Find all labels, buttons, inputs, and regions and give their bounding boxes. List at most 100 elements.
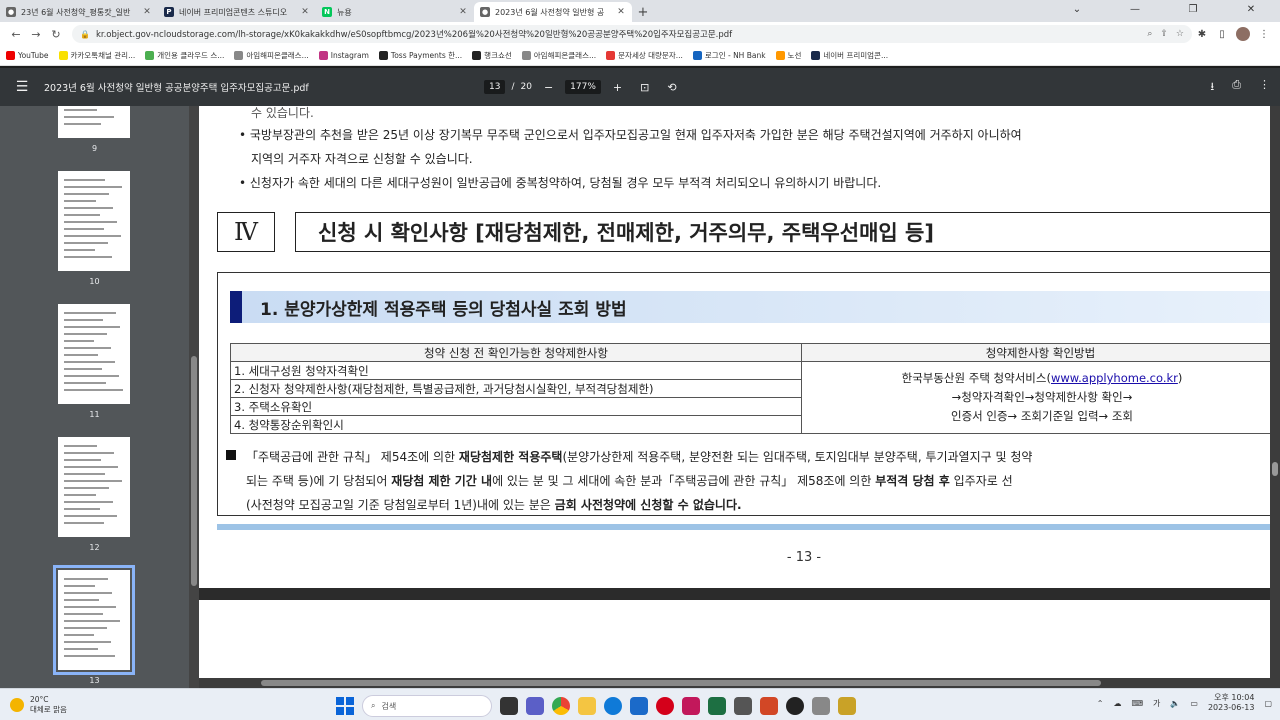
- extensions-icon[interactable]: ✱: [1192, 29, 1212, 40]
- address-bar[interactable]: 🔒 kr.object.gov-ncloudstorage.com/lh-sto…: [72, 25, 1192, 43]
- cloud-icon[interactable]: ☁: [1113, 699, 1121, 708]
- page-thumbnail[interactable]: [58, 106, 130, 138]
- close-icon[interactable]: ✕: [616, 7, 626, 17]
- browser-tab-3[interactable]: N 뉴용 ✕: [316, 2, 474, 22]
- bookmark-item[interactable]: 로그인 - NH Bank: [692, 50, 766, 61]
- taskbar-search[interactable]: ⌕ 검색: [362, 695, 492, 717]
- bookmark-item[interactable]: 문자세상 대량문자...: [606, 50, 683, 61]
- note-bold: 재당첨 제한 기간 내: [391, 474, 493, 488]
- thumbnail-line: [64, 389, 123, 391]
- bookmark-item[interactable]: 노선: [775, 50, 801, 61]
- bookmark-item[interactable]: 아임해피온클래스...: [521, 50, 596, 61]
- browser-tab-1[interactable]: ● 23년 6월 사전청약_평통캇_일반 ✕: [0, 2, 158, 22]
- weather-widget[interactable]: 20°C 대체로 맑음: [10, 695, 210, 715]
- ime-indicator[interactable]: 가: [1153, 698, 1160, 709]
- speaker-icon[interactable]: 🔈: [1170, 699, 1180, 708]
- system-tray: ⌃ ☁ ⌨ 가 🔈 ▭ 오후 10:04 2023-06-13 ▢: [1097, 693, 1272, 713]
- fit-page-icon[interactable]: ⊡: [634, 81, 655, 94]
- back-icon[interactable]: ←: [6, 28, 26, 41]
- chevron-up-icon[interactable]: ⌃: [1097, 699, 1104, 708]
- close-icon[interactable]: ✕: [300, 7, 310, 17]
- share-icon[interactable]: ⇪: [1160, 29, 1168, 39]
- page-thumbnail[interactable]: [53, 565, 135, 675]
- bookmark-item[interactable]: 네이버 프리미엄콘...: [811, 50, 888, 61]
- search-label: 검색: [381, 701, 397, 711]
- keyboard-icon[interactable]: ⌨: [1131, 699, 1143, 708]
- star-icon[interactable]: ☆: [1176, 29, 1184, 39]
- edge-icon[interactable]: [604, 697, 622, 715]
- scroll-thumb[interactable]: [191, 356, 197, 586]
- sidebar-scrollbar[interactable]: [189, 106, 199, 688]
- bookmark-item[interactable]: 아임해피온클래스...: [234, 50, 309, 61]
- thumbnail-line: [64, 123, 101, 125]
- thumbnail-line: [64, 599, 99, 601]
- clock[interactable]: 오후 10:04 2023-06-13: [1208, 693, 1255, 713]
- opera-icon[interactable]: [656, 697, 674, 715]
- browser-tab-4[interactable]: ● 2023년 6월 사전청약 일반형 공 ✕: [474, 2, 632, 22]
- bookmark-item[interactable]: 행크쇼선: [472, 50, 512, 61]
- page-number-input[interactable]: 13: [484, 80, 506, 94]
- new-tab-button[interactable]: +: [632, 2, 654, 22]
- reload-icon[interactable]: ↻: [46, 28, 66, 41]
- avatar[interactable]: [1236, 27, 1250, 41]
- thumbnail-line: [64, 319, 103, 321]
- horizontal-scrollbar[interactable]: [199, 678, 1270, 688]
- bookmark-item[interactable]: Instagram: [318, 51, 369, 60]
- side-panel-icon[interactable]: ▯: [1212, 29, 1232, 40]
- applyhome-link[interactable]: www.applyhome.co.kr: [1051, 371, 1178, 385]
- zoom-input[interactable]: 177%: [565, 80, 601, 94]
- bookmark-label: 아임해피온클래스...: [246, 51, 309, 60]
- zoom-in-icon[interactable]: +: [607, 81, 628, 94]
- file-explorer-icon[interactable]: [578, 697, 596, 715]
- divider: [217, 524, 1270, 530]
- rotate-icon[interactable]: ⟲: [661, 81, 682, 94]
- app-icon[interactable]: [786, 697, 804, 715]
- task-view-icon[interactable]: [500, 697, 518, 715]
- bookmark-item[interactable]: YouTube: [6, 51, 49, 60]
- scroll-thumb[interactable]: [261, 680, 1101, 686]
- forward-icon[interactable]: →: [26, 28, 46, 41]
- page-thumbnail[interactable]: [58, 304, 130, 404]
- note-line: 「주택공급에 관한 규칙」 제54조에 의한 재당첨제한 적용주택(분양가상한제…: [226, 445, 1270, 469]
- app-icon[interactable]: [812, 697, 830, 715]
- scroll-thumb[interactable]: [1272, 462, 1278, 476]
- notification-icon[interactable]: ▢: [1264, 699, 1272, 708]
- close-icon[interactable]: ✕: [458, 7, 468, 17]
- powerpoint-icon[interactable]: [760, 697, 778, 715]
- thumbnail-line: [64, 109, 97, 111]
- hamburger-icon[interactable]: ☰: [0, 79, 44, 95]
- close-window-icon[interactable]: ✕: [1222, 0, 1280, 20]
- print-icon[interactable]: ⎙: [1232, 78, 1241, 97]
- more-icon[interactable]: ⋮: [1259, 78, 1270, 97]
- bookmark-item[interactable]: Toss Payments 한...: [378, 50, 462, 61]
- app-icon[interactable]: [838, 697, 856, 715]
- calculator-icon[interactable]: [734, 697, 752, 715]
- page-thumbnail[interactable]: [58, 171, 130, 271]
- restore-icon[interactable]: ❐: [1164, 0, 1222, 20]
- browser-tab-2[interactable]: P 네이버 프리미엄콘텐츠 스튜디오 ✕: [158, 2, 316, 22]
- minimize-icon[interactable]: —: [1106, 0, 1164, 20]
- thumbnail-line: [64, 242, 108, 244]
- bookmark-item[interactable]: 개인용 클라우드 스...: [145, 50, 224, 61]
- chevron-down-icon[interactable]: ⌄: [1048, 0, 1106, 20]
- close-icon[interactable]: ✕: [142, 7, 152, 17]
- lock-icon[interactable]: 🔒: [80, 30, 90, 39]
- vertical-scrollbar[interactable]: [1270, 106, 1280, 688]
- page-thumbnail[interactable]: [58, 437, 130, 537]
- zoom-icon[interactable]: ⌕: [1147, 29, 1152, 39]
- browser-tab-bar: ● 23년 6월 사전청약_평통캇_일반 ✕ P 네이버 프리미엄콘텐츠 스튜디오 ✕ …: [0, 0, 1280, 22]
- battery-icon[interactable]: ▭: [1190, 699, 1198, 708]
- pdf-viewer[interactable]: 수 있습니다. • 국방부장관의 추천을 받은 25년 이상 장기복무 무주택 …: [199, 106, 1270, 680]
- chat-icon[interactable]: [526, 697, 544, 715]
- excel-icon[interactable]: [708, 697, 726, 715]
- chrome-icon[interactable]: [552, 697, 570, 715]
- weather-desc: 대체로 맑음: [30, 704, 67, 714]
- zoom-out-icon[interactable]: −: [538, 81, 559, 94]
- bookmark-item[interactable]: 카카오톡채널 관리...: [58, 50, 135, 61]
- snip-icon[interactable]: [682, 697, 700, 715]
- menu-icon[interactable]: ⋮: [1254, 29, 1274, 40]
- bookmark-icon: [234, 51, 244, 60]
- store-icon[interactable]: [630, 697, 648, 715]
- windows-start-icon[interactable]: [336, 697, 354, 715]
- download-icon[interactable]: ⭳: [1210, 78, 1214, 97]
